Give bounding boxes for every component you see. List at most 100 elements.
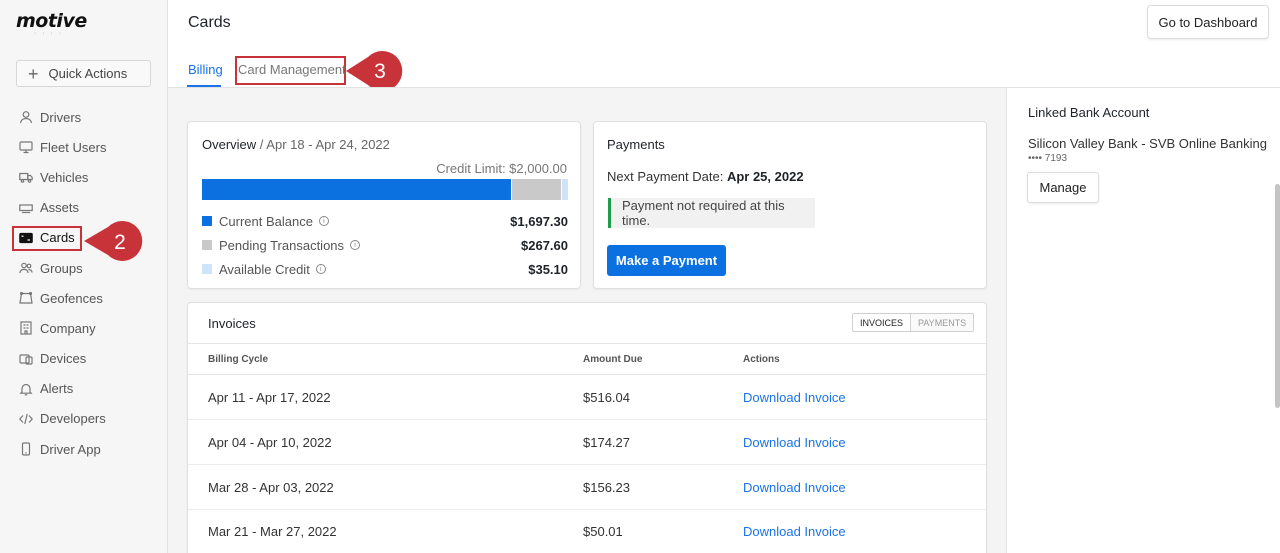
sidebar-item-company[interactable]: Company — [0, 313, 168, 343]
invoices-payments-toggle: INVOICES PAYMENTS — [852, 313, 975, 332]
legend-value: $267.60 — [521, 237, 568, 253]
cards-highlight-box — [12, 226, 82, 251]
legend-swatch — [202, 240, 212, 250]
payments-title: Payments — [607, 137, 665, 152]
scrollbar[interactable] — [1275, 184, 1280, 408]
invoices-table-header: Billing Cycle Amount Due Actions — [188, 343, 986, 375]
group-icon — [18, 261, 33, 276]
legend-label: Pending Transactions — [219, 237, 345, 253]
sidebar-item-fleet-users[interactable]: Fleet Users — [0, 132, 168, 162]
sidebar-item-label: Driver App — [40, 441, 101, 457]
column-header-billing-cycle: Billing Cycle — [208, 354, 269, 365]
sidebar-item-geofences[interactable]: Geofences — [0, 283, 168, 313]
sidebar-item-label: Fleet Users — [40, 139, 107, 155]
toggle-invoices[interactable]: INVOICES — [853, 314, 911, 331]
amount-due-cell: $156.23 — [583, 480, 630, 495]
info-icon[interactable]: i — [318, 216, 329, 226]
trailer-icon — [18, 200, 33, 215]
column-header-amount-due: Amount Due — [583, 354, 643, 365]
user-icon — [18, 110, 33, 125]
download-invoice-link[interactable]: Download Invoice — [743, 390, 846, 405]
sidebar-item-label: Drivers — [40, 109, 82, 125]
available-credit-segment — [562, 179, 568, 200]
payments-card: Payments Next Payment Date: Apr 25, 2022… — [593, 121, 987, 289]
sidebar-item-label: Geofences — [40, 290, 103, 306]
building-icon — [18, 321, 33, 336]
sidebar-item-label: Groups — [40, 260, 83, 276]
sidebar-item-label: Vehicles — [40, 169, 89, 185]
download-invoice-link[interactable]: Download Invoice — [743, 480, 846, 495]
table-row: Mar 21 - Mar 27, 2022 $50.01 Download In… — [188, 509, 986, 553]
logo-dots: · · · · — [34, 30, 64, 37]
callout-step-3: 3 — [346, 51, 403, 91]
table-row: Apr 11 - Apr 17, 2022 $516.04 Download I… — [188, 375, 986, 420]
quick-actions-label: Quick Actions — [48, 66, 128, 81]
sidebar-item-label: Assets — [40, 200, 80, 216]
next-payment-date: Next Payment Date: Apr 25, 2022 — [607, 169, 804, 184]
legend-current-balance: Current Balance i $1,697.30 — [202, 211, 568, 231]
monitor-icon — [18, 140, 33, 155]
sidebar-item-label: Developers — [40, 411, 106, 427]
pending-transactions-segment — [512, 179, 561, 200]
legend-pending-transactions: Pending Transactions i $267.60 — [202, 235, 568, 255]
billing-cycle-cell: Mar 28 - Apr 03, 2022 — [208, 480, 334, 495]
overview-date-range: / Apr 18 - Apr 24, 2022 — [256, 137, 390, 152]
go-to-dashboard-button[interactable]: Go to Dashboard — [1147, 5, 1269, 39]
legend-swatch — [202, 264, 212, 274]
plus-icon: + — [28, 63, 39, 84]
legend-value: $35.10 — [528, 261, 568, 277]
table-row: Mar 28 - Apr 03, 2022 $156.23 Download I… — [188, 465, 986, 510]
legend-available-credit: Available Credit i $35.10 — [202, 259, 568, 279]
sidebar-item-drivers[interactable]: Drivers — [0, 102, 168, 132]
linked-bank-title: Linked Bank Account — [1028, 105, 1150, 120]
sidebar-item-alerts[interactable]: Alerts — [0, 374, 168, 404]
overview-card: Overview / Apr 18 - Apr 24, 2022 Credit … — [187, 121, 581, 289]
billing-cycle-cell: Apr 04 - Apr 10, 2022 — [208, 435, 332, 450]
sidebar-item-devices[interactable]: Devices — [0, 344, 168, 374]
sidebar-item-label: Company — [40, 320, 96, 336]
next-payment-label: Next Payment Date: — [607, 169, 727, 184]
geofence-icon — [18, 291, 33, 306]
sidebar: motive · · · · + Quick Actions Drivers F… — [0, 0, 168, 553]
sidebar-item-label: Alerts — [40, 381, 74, 397]
legend-swatch — [202, 216, 212, 226]
payment-notice: Payment not required at this time. — [608, 198, 815, 228]
overview-title: Overview / Apr 18 - Apr 24, 2022 — [202, 137, 390, 152]
sidebar-item-driver-app[interactable]: Driver App — [0, 434, 168, 464]
callout-step-2-number: 2 — [114, 231, 126, 254]
legend-label: Current Balance — [219, 213, 313, 229]
next-payment-value: Apr 25, 2022 — [726, 169, 804, 184]
tab-billing[interactable]: Billing — [188, 62, 223, 77]
invoices-card: Invoices INVOICES PAYMENTS Billing Cycle… — [187, 302, 987, 553]
overview-heading: Overview — [202, 137, 257, 152]
bank-name: Silicon Valley Bank - SVB Online Banking — [1028, 136, 1267, 151]
billing-cycle-cell: Mar 21 - Mar 27, 2022 — [208, 524, 337, 539]
linked-bank-panel: Linked Bank Account Silicon Valley Bank … — [1006, 88, 1280, 553]
bank-account-mask: •••• 7193 — [1028, 153, 1068, 164]
manage-bank-button[interactable]: Manage — [1027, 172, 1099, 203]
info-icon[interactable]: i — [315, 264, 326, 274]
current-balance-segment — [202, 179, 511, 200]
toggle-payments[interactable]: PAYMENTS — [910, 314, 974, 331]
invoices-title: Invoices — [208, 316, 256, 331]
download-invoice-link[interactable]: Download Invoice — [743, 435, 846, 450]
sidebar-item-developers[interactable]: Developers — [0, 404, 168, 434]
quick-actions-button[interactable]: + Quick Actions — [16, 60, 151, 87]
legend-value: $1,697.30 — [510, 213, 568, 229]
sidebar-item-vehicles[interactable]: Vehicles — [0, 162, 168, 192]
make-payment-button[interactable]: Make a Payment — [607, 245, 726, 276]
amount-due-cell: $50.01 — [583, 524, 623, 539]
credit-usage-bar — [202, 179, 568, 200]
sidebar-item-label: Devices — [40, 351, 87, 367]
info-icon[interactable]: i — [350, 240, 361, 250]
code-icon — [18, 411, 33, 426]
bell-icon — [18, 381, 33, 396]
motive-logo[interactable]: motive — [16, 10, 87, 32]
download-invoice-link[interactable]: Download Invoice — [743, 524, 846, 539]
callout-step-3-number: 3 — [374, 60, 386, 83]
tab-card-management[interactable]: Card Management — [238, 62, 346, 77]
amount-due-cell: $174.27 — [583, 435, 630, 450]
page-title: Cards — [188, 14, 231, 31]
device-icon — [18, 351, 33, 366]
callout-step-2: 2 — [84, 221, 143, 261]
